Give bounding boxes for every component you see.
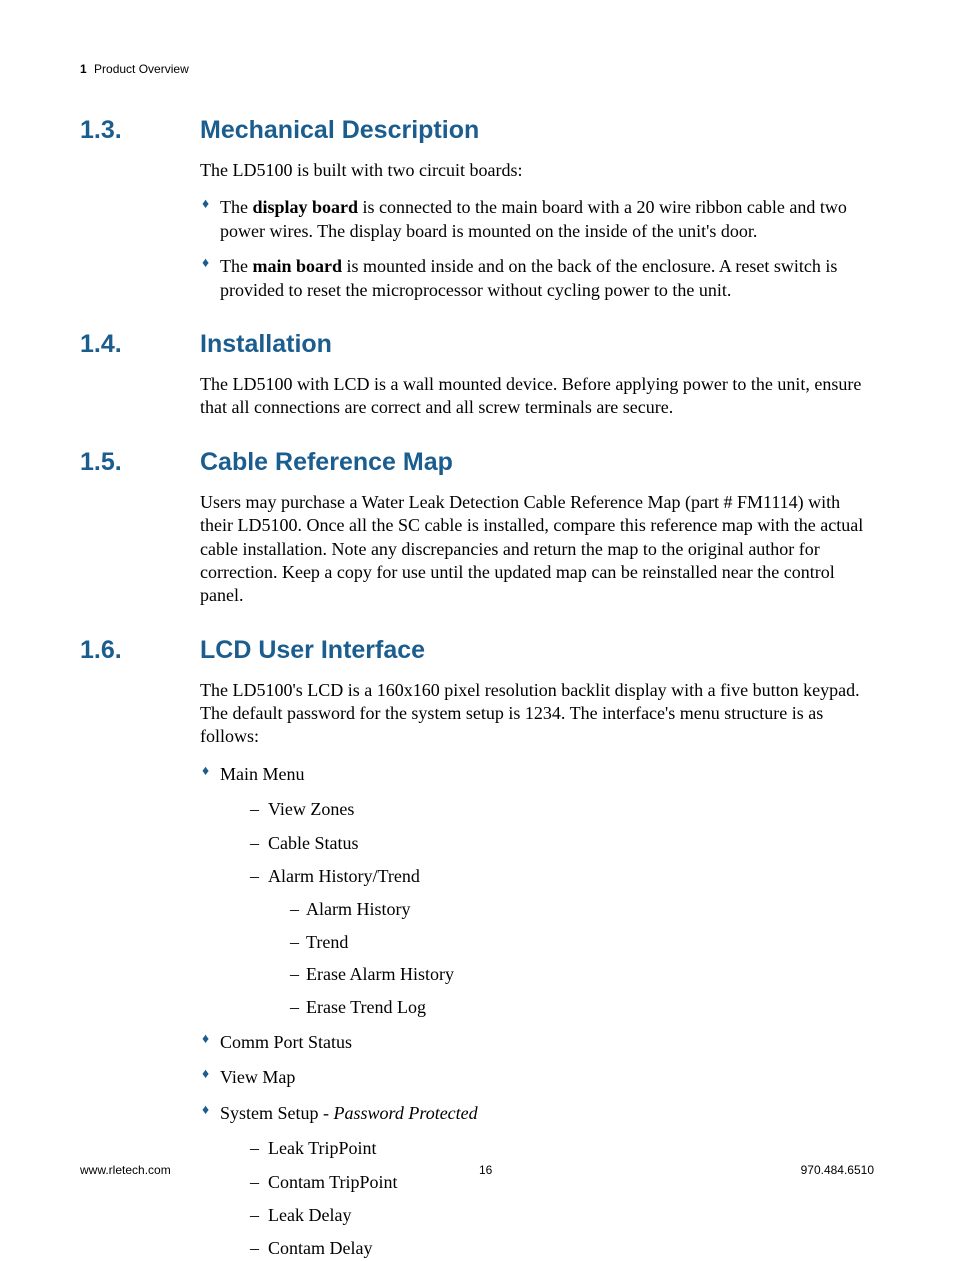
page-header: 1 Product Overview [80, 62, 874, 76]
footer-url: www.rletech.com [80, 1163, 171, 1177]
chapter-title: Product Overview [94, 62, 189, 76]
section-title: Installation [200, 330, 332, 359]
section-1-5: 1.5. Cable Reference Map Users may purch… [80, 448, 874, 608]
menu-item: Cable Status [268, 833, 359, 853]
list-item: Alarm History [290, 898, 874, 921]
list-item: Leak Delay [250, 1204, 874, 1227]
menu-item: Alarm History [306, 899, 410, 919]
bullet-bold: display board [252, 197, 358, 217]
bullet-bold: main board [252, 256, 342, 276]
menu-item: Trend [306, 932, 348, 952]
section-number: 1.5. [80, 448, 200, 477]
list-item: Alarm History/Trend Alarm History Trend … [250, 865, 874, 1019]
list-item: Cable Status [250, 832, 874, 855]
list-item: Contam Delay [250, 1237, 874, 1260]
page-number: 16 [479, 1163, 492, 1177]
list-item: Erase Trend Log [290, 996, 874, 1019]
list-item: Comm Port Status [200, 1031, 874, 1054]
menu-item-note: Password Protected [334, 1103, 478, 1123]
section-number: 1.6. [80, 636, 200, 665]
body-text: The LD5100 with LCD is a wall mounted de… [200, 373, 874, 420]
list-item: System Setup - Password Protected Leak T… [200, 1102, 874, 1261]
section-1-4: 1.4. Installation The LD5100 with LCD is… [80, 330, 874, 420]
section-number: 1.3. [80, 116, 200, 145]
body-text: The [220, 256, 252, 276]
list-item: The display board is connected to the ma… [200, 196, 874, 243]
menu-item: Main Menu [220, 764, 305, 784]
page-footer: www.rletech.com 16 970.484.6510 [80, 1163, 874, 1177]
list-item: Erase Alarm History [290, 963, 874, 986]
footer-phone: 970.484.6510 [801, 1163, 874, 1177]
list-item: View Zones [250, 798, 874, 821]
chapter-number: 1 [80, 62, 87, 76]
list-item: The main board is mounted inside and on … [200, 255, 874, 302]
body-text: The [220, 197, 252, 217]
menu-item: Erase Trend Log [306, 997, 426, 1017]
section-number: 1.4. [80, 330, 200, 359]
list-item: Trend [290, 931, 874, 954]
section-title: Mechanical Description [200, 116, 479, 145]
section-title: Cable Reference Map [200, 448, 453, 477]
list-item: Leak TripPoint [250, 1137, 874, 1160]
menu-item: System Setup - [220, 1103, 334, 1123]
menu-item: View Zones [268, 799, 354, 819]
section-1-3: 1.3. Mechanical Description The LD5100 i… [80, 116, 874, 302]
section-title: LCD User Interface [200, 636, 425, 665]
body-text: Users may purchase a Water Leak Detectio… [200, 491, 874, 608]
menu-item: View Map [220, 1067, 295, 1087]
menu-item: Erase Alarm History [306, 964, 454, 984]
menu-item: Contam Delay [268, 1238, 372, 1258]
menu-item: Leak TripPoint [268, 1138, 377, 1158]
menu-item: Alarm History/Trend [268, 866, 420, 886]
body-text: The LD5100's LCD is a 160x160 pixel reso… [200, 679, 874, 749]
list-item: View Map [200, 1066, 874, 1089]
menu-item: Comm Port Status [220, 1032, 352, 1052]
menu-item: Leak Delay [268, 1205, 351, 1225]
section-intro: The LD5100 is built with two circuit boa… [200, 159, 874, 182]
list-item: Main Menu View Zones Cable Status Alarm … [200, 763, 874, 1019]
